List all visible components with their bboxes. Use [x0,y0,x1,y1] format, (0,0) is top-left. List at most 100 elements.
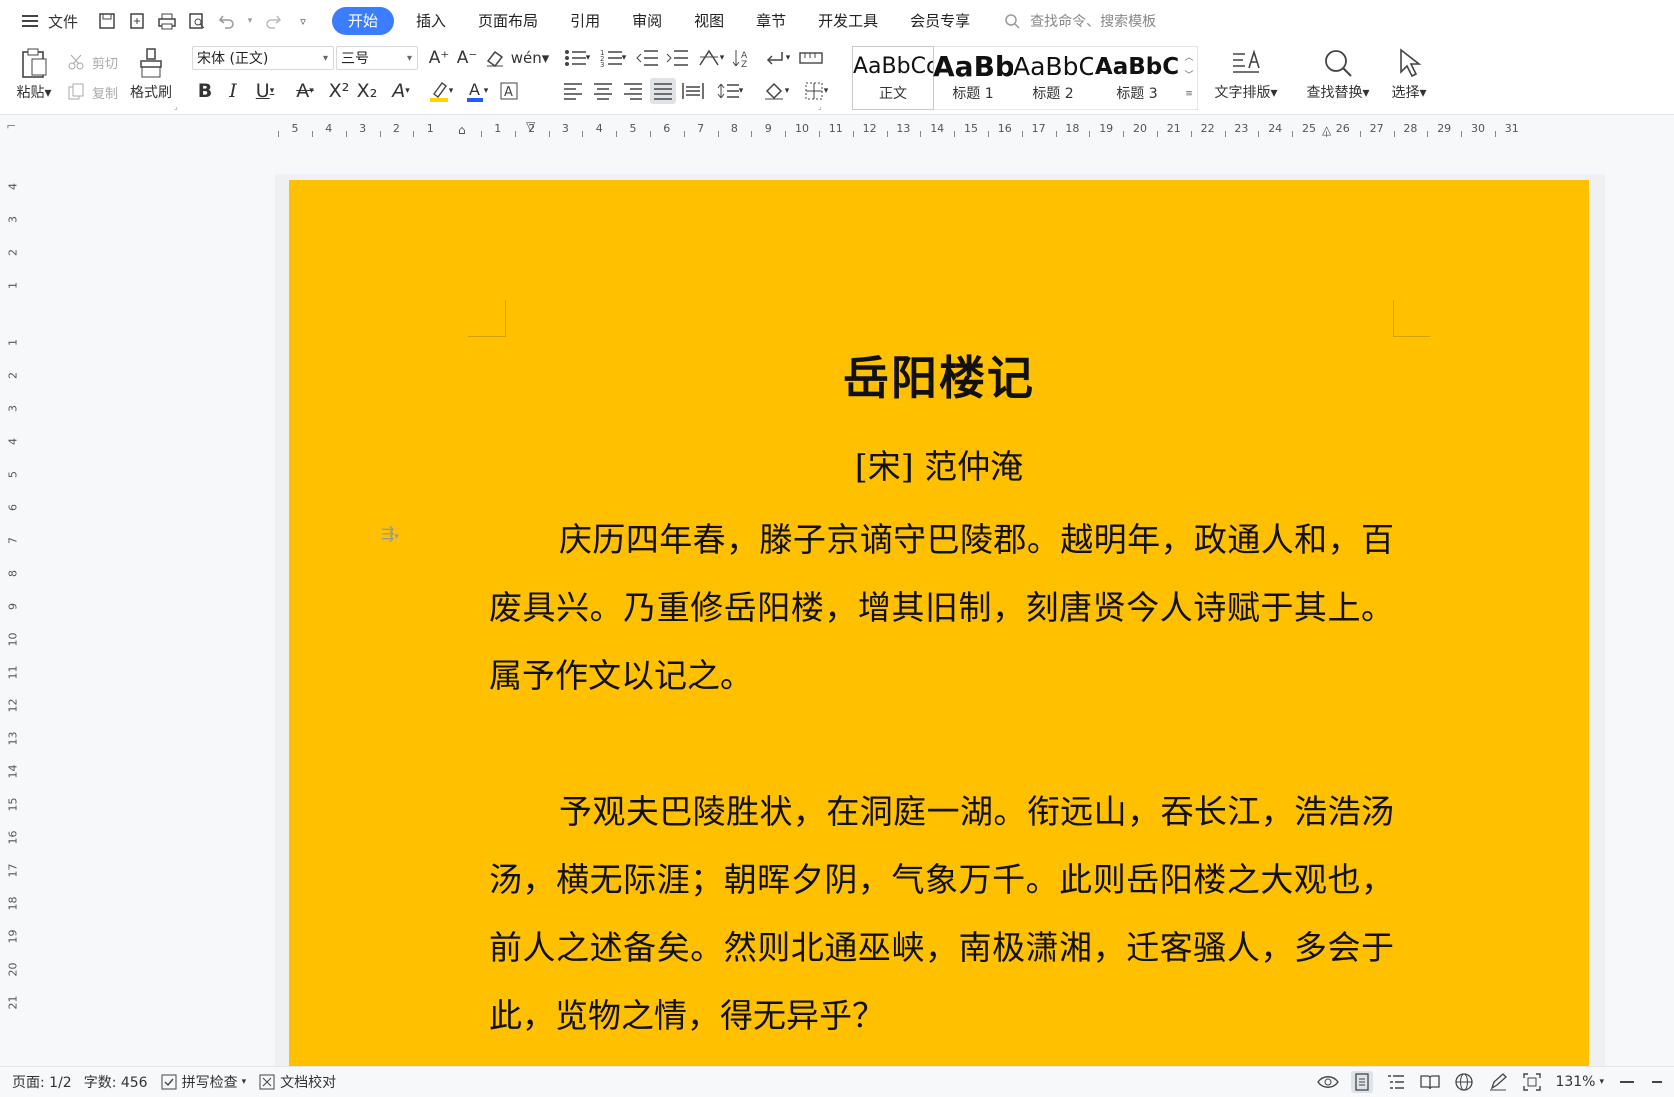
styles-scroll[interactable]: ︿ ﹀ ≡ [1183,49,1195,103]
word-count[interactable]: 字数: 456 [84,1072,148,1092]
copy-button[interactable]: 复制 [64,80,118,104]
grow-font-icon[interactable]: A⁺ [426,45,452,71]
align-center-icon[interactable] [590,78,616,104]
paragraph-group-expand-icon[interactable]: ⌟ [818,102,822,111]
justify-icon[interactable] [650,78,676,104]
export-pdf-icon[interactable] [125,9,149,33]
font-name-select[interactable]: 宋体 (正文) ▾ [192,46,334,70]
zoom-select[interactable]: 131% ▾ [1555,1074,1604,1090]
underline-icon[interactable]: U ▾ [248,78,282,104]
tab-home[interactable]: 开始 [332,7,395,35]
font-color-icon[interactable]: A ▾ [460,78,494,104]
phonetic-guide-icon[interactable]: wén▾ [511,45,550,71]
zoom-out-icon[interactable] [1616,1071,1638,1093]
style-heading-3[interactable]: AaBbC 标题 3 [1093,47,1181,109]
chevron-down-icon[interactable]: ﹀ [1183,67,1195,85]
strikethrough-icon[interactable]: A ▾ [288,78,322,104]
format-painter-button[interactable]: 格式刷 [126,46,176,102]
spell-check-button[interactable]: 拼写检查 ▾ [160,1072,246,1092]
paragraph[interactable]: 予观夫巴陵胜状，在洞庭一湖。衔远山，吞长江，浩浩汤汤，横无际涯；朝晖夕阴，气象万… [489,778,1394,1050]
select-label: 选择 [1391,85,1420,101]
chinese-layout-icon[interactable]: ▾ [694,45,728,71]
cut-button[interactable]: 剪切 [64,50,118,74]
chevron-up-icon[interactable]: ︿ [1183,49,1195,67]
tab-stop-selector-icon[interactable]: ⌐ [6,119,16,133]
vertical-ruler[interactable]: 4 3 2 1 1 2 3 4 5 6 7 8 9 10 11 12 13 14 15 16 17 18 19 20 21 [0,180,24,1060]
reading-view-icon[interactable] [1419,1071,1441,1093]
tab-developer[interactable]: 开发工具 [802,7,894,35]
document-title[interactable]: 岳阳楼记 [289,342,1589,408]
undo-dropdown-icon[interactable]: ▾ [245,9,255,33]
page-view-icon[interactable] [1351,1071,1374,1093]
save-icon[interactable] [95,9,119,33]
sort-icon[interactable]: AZ [730,45,756,71]
bold-icon[interactable]: B [192,78,218,104]
subscript-icon[interactable]: X₂ [354,78,380,104]
page-indicator[interactable]: 页面: 1/2 [12,1072,72,1092]
line-spacing-icon[interactable]: ▾ [712,78,748,104]
tab-page-layout[interactable]: 页面布局 [462,7,554,35]
ruler-tick [649,131,651,137]
vertical-ruler-number: 20 [6,962,20,977]
ruler-tick [1427,131,1429,137]
text-effect-icon[interactable]: A ▾ [384,78,418,104]
first-line-indent-marker-icon[interactable]: ▽ [526,119,535,133]
show-marks-icon[interactable]: ▾ [760,45,794,71]
bullet-list-icon[interactable]: ▾ [560,45,594,71]
zoom-slider[interactable] [1650,1071,1664,1093]
more-styles-icon[interactable]: ≡ [1183,85,1195,103]
eye-protection-icon[interactable] [1317,1071,1340,1093]
paste-button[interactable]: 粘贴▾ [14,46,54,102]
command-search[interactable]: 查找命令、搜索模板 [1000,9,1156,33]
decrease-indent-icon[interactable] [634,45,660,71]
text-layout-button[interactable]: 文字排版▾ [1208,46,1284,102]
print-icon[interactable] [155,9,179,33]
document-page[interactable]: 岳阳楼记 [宋] 范仲淹 ⇶▾ 庆历四年春，滕子京谪守巴陵郡。越明年，政通人和，… [289,180,1589,1070]
tab-references[interactable]: 引用 [554,7,616,35]
outline-view-icon[interactable] [1385,1071,1407,1093]
numbered-list-icon[interactable]: 1 2 3 ▾ [596,45,630,71]
web-view-icon[interactable] [1453,1071,1475,1093]
tab-insert[interactable]: 插入 [400,7,462,35]
tab-member[interactable]: 会员专享 [894,7,986,35]
highlight-icon[interactable]: ▾ [424,78,458,104]
align-left-icon[interactable] [560,78,586,104]
tab-view[interactable]: 视图 [678,7,740,35]
tab-review[interactable]: 审阅 [616,7,678,35]
distributed-align-icon[interactable] [680,78,706,104]
document-body[interactable]: 庆历四年春，滕子京谪守巴陵郡。越明年，政通人和，百废具兴。乃重修岳阳楼，增其旧制… [489,506,1394,1070]
right-indent-marker-icon[interactable]: △ [1322,123,1331,137]
redo-icon[interactable] [261,9,285,33]
find-replace-button[interactable]: 查找替换▾ [1300,46,1376,102]
shrink-font-icon[interactable]: A⁻ [454,45,480,71]
table-tools-icon[interactable] [798,45,824,71]
character-border-icon[interactable]: A [496,78,522,104]
font-name-value: 宋体 (正文) [197,51,269,67]
superscript-icon[interactable]: X² [326,78,352,104]
paragraph-layout-handle-icon[interactable]: ⇶▾ [381,524,399,543]
undo-icon[interactable] [215,9,239,33]
customize-quick-access-icon[interactable]: ▿ [291,9,315,33]
document-author[interactable]: [宋] 范仲淹 [289,440,1589,488]
doc-proof-button[interactable]: 文档校对 [258,1072,336,1092]
style-heading-2[interactable]: AaBbC 标题 2 [1013,47,1093,109]
horizontal-ruler[interactable]: ⌐ 5 4 3 2 1 1 2 3 4 5 6 7 8 9 10 11 12 13 14 15 16 17 18 19 20 21… [0,115,1674,141]
borders-icon[interactable]: ▾ [798,78,834,104]
shading-icon[interactable]: ▾ [758,78,794,104]
clear-format-icon[interactable] [482,45,508,71]
italic-icon[interactable]: I [220,78,246,104]
increase-indent-icon[interactable] [664,45,690,71]
file-menu-button[interactable]: 文件 [18,9,78,33]
paragraph[interactable]: 庆历四年春，滕子京谪守巴陵郡。越明年，政通人和，百废具兴。乃重修岳阳楼，增其旧制… [489,506,1394,710]
align-right-icon[interactable] [620,78,646,104]
font-size-select[interactable]: 三号 ▾ [336,46,418,70]
style-normal[interactable]: AaBbCc 正文 [852,46,934,110]
print-preview-icon[interactable] [185,9,209,33]
select-button[interactable]: 选择▾ [1384,46,1434,102]
style-heading-1[interactable]: AaBb 标题 1 [933,47,1013,109]
clipboard-group-expand-icon[interactable]: ⌟ [174,102,178,111]
tab-chapter[interactable]: 章节 [740,7,802,35]
left-indent-marker-icon[interactable]: ⌂ [458,123,466,137]
fit-window-icon[interactable] [1521,1071,1543,1093]
write-view-icon[interactable] [1487,1071,1509,1093]
